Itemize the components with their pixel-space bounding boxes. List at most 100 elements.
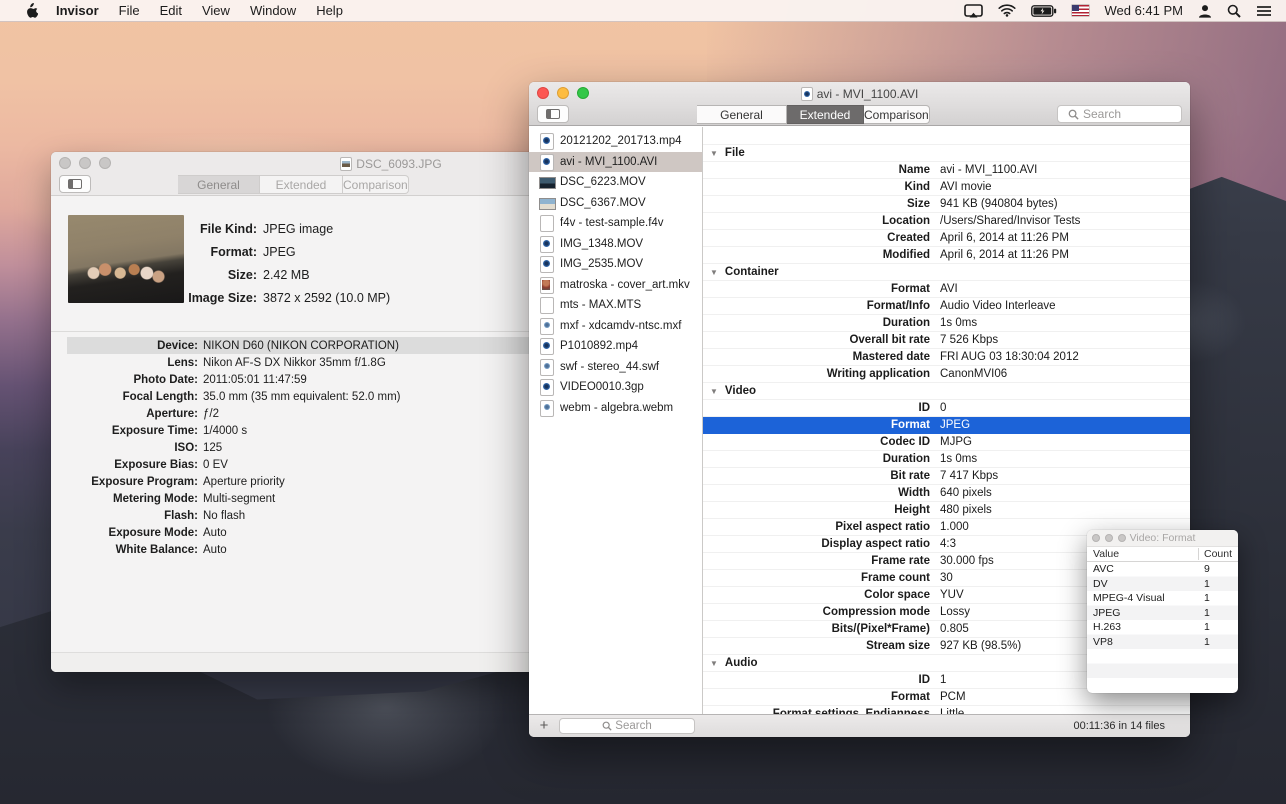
detail-row[interactable]: ▼ Created Created April 6, 2014 at 11:26… — [703, 230, 1190, 247]
menu-item[interactable]: Help — [306, 0, 353, 22]
detail-row[interactable]: ▼ ID ID 0 — [703, 400, 1190, 417]
detail-row[interactable]: ▼ Location Location /Users/Shared/Inviso… — [703, 213, 1190, 230]
section-title: Audio — [724, 657, 758, 669]
detail-row[interactable]: ▼ Kind Kind AVI movie — [703, 179, 1190, 196]
detail-row[interactable]: ▼ Height Height 480 pixels — [703, 502, 1190, 519]
menu-item[interactable]: File — [109, 0, 150, 22]
detail-row[interactable]: ▼ Modified Modified April 6, 2014 at 11:… — [703, 247, 1190, 264]
toolbar-search-field[interactable]: Search — [1057, 105, 1182, 123]
stat-row[interactable]: AVC 9 — [1087, 562, 1238, 577]
menu-clock[interactable]: Wed 6:41 PM — [1104, 3, 1183, 18]
status-summary: 00:11:36 in 14 files — [1073, 720, 1165, 732]
file-list-item[interactable]: DSC_6223.MOV — [529, 172, 702, 193]
detail-value: 7 526 Kbps — [940, 334, 999, 346]
detail-row[interactable]: ▼ Name Name avi - MVI_1100.AVI — [703, 162, 1190, 179]
tab-button[interactable]: Comparison — [864, 105, 930, 124]
count-column-header[interactable]: Count — [1198, 548, 1238, 560]
bg-window-title-text: DSC_6093.JPG — [356, 156, 442, 171]
detail-value: 1s 0ms — [940, 453, 978, 465]
notification-center-icon[interactable] — [1256, 5, 1272, 17]
detail-row[interactable]: ▼ Size Size 941 KB (940804 bytes) — [703, 196, 1190, 213]
exif-label: Exposure Program: — [91, 475, 198, 488]
file-list-item[interactable]: P1010892.mp4 — [529, 336, 702, 357]
menu-item[interactable]: Invisor — [46, 0, 109, 22]
file-list-item[interactable]: VIDEO0010.3gp — [529, 377, 702, 398]
detail-row[interactable]: ▼ Format/Info Format/Info Audio Video In… — [703, 298, 1190, 315]
detail-row[interactable]: ▼ Overall bit rate Overall bit rate 7 52… — [703, 332, 1190, 349]
fg-sidebar-toggle-button[interactable] — [537, 105, 569, 123]
fast-user-switch-icon[interactable] — [1198, 4, 1212, 18]
stat-row[interactable]: VP8 1 — [1087, 635, 1238, 650]
tab-button[interactable]: General — [697, 105, 787, 124]
file-list-item[interactable]: 20121202_201713.mp4 — [529, 131, 702, 152]
menu-item[interactable]: View — [192, 0, 240, 22]
bg-sidebar-toggle-button[interactable] — [59, 175, 91, 193]
detail-row[interactable]: ▼ Video Video — [703, 383, 1190, 400]
file-list-item[interactable]: swf - stereo_44.swf — [529, 357, 702, 378]
detail-row[interactable]: ▼ Duration Duration 1s 0ms — [703, 451, 1190, 468]
spotlight-search-icon[interactable] — [1227, 4, 1241, 18]
exif-value: 125 — [203, 441, 223, 454]
file-list-item[interactable]: DSC_6367.MOV — [529, 193, 702, 214]
info-label: File Kind: — [200, 221, 257, 236]
stat-row[interactable]: MPEG-4 Visual 1 — [1087, 591, 1238, 606]
tab-button[interactable]: Comparison — [343, 175, 409, 194]
exif-label: White Balance: — [115, 543, 198, 556]
display-mirroring-icon[interactable] — [964, 3, 984, 18]
detail-label: Color space — [864, 589, 930, 601]
disclosure-triangle-icon[interactable]: ▼ — [710, 387, 718, 396]
disclosure-triangle-icon[interactable]: ▼ — [710, 149, 718, 158]
detail-row[interactable]: ▼ Container Container — [703, 264, 1190, 281]
file-list-item[interactable]: IMG_1348.MOV — [529, 234, 702, 255]
detail-value: 30 — [940, 572, 953, 584]
file-list-item[interactable]: mxf - xdcamdv-ntsc.mxf — [529, 316, 702, 337]
jpeg-document-icon — [340, 156, 353, 171]
file-name: swf - stereo_44.swf — [560, 360, 660, 373]
add-file-button[interactable]: + — [535, 716, 553, 736]
tab-button[interactable]: Extended — [260, 175, 343, 194]
stat-row[interactable]: H.263 1 — [1087, 620, 1238, 635]
detail-value: 30.000 fps — [940, 555, 994, 567]
file-list-item[interactable]: matroska - cover_art.mkv — [529, 275, 702, 296]
stat-row[interactable]: DV 1 — [1087, 577, 1238, 592]
detail-row[interactable]: ▼ Format Format JPEG — [703, 417, 1190, 434]
disclosure-triangle-icon[interactable]: ▼ — [710, 268, 718, 277]
info-value: 2.42 MB — [263, 267, 310, 282]
file-name: matroska - cover_art.mkv — [560, 278, 690, 291]
file-name: webm - algebra.webm — [560, 401, 674, 414]
detail-row[interactable]: ▼ Format Format AVI — [703, 281, 1190, 298]
tab-button[interactable]: General — [178, 175, 260, 194]
tab-button[interactable]: Extended — [787, 105, 864, 124]
detail-value: MJPG — [940, 436, 972, 448]
file-type-icon — [539, 235, 554, 253]
detail-label: Mastered date — [852, 351, 930, 363]
sidebar-search-field[interactable]: Search — [559, 718, 695, 734]
file-list-item[interactable]: mts - MAX.MTS — [529, 295, 702, 316]
detail-row[interactable]: ▼ Bit rate Bit rate 7 417 Kbps — [703, 468, 1190, 485]
menu-item[interactable]: Edit — [150, 0, 192, 22]
file-name: DSC_6367.MOV — [560, 196, 646, 209]
detail-row[interactable]: ▼ Writing application Writing applicatio… — [703, 366, 1190, 383]
detail-value: 941 KB (940804 bytes) — [940, 198, 1058, 210]
detail-row[interactable]: ▼ File File — [703, 145, 1190, 162]
value-column-header[interactable]: Value — [1087, 548, 1198, 560]
exif-value: No flash — [203, 509, 246, 522]
battery-icon[interactable] — [1031, 4, 1057, 17]
file-list-item[interactable]: f4v - test-sample.f4v — [529, 213, 702, 234]
disclosure-triangle-icon[interactable]: ▼ — [710, 659, 718, 668]
menu-item[interactable]: Window — [240, 0, 306, 22]
file-list-item[interactable]: avi - MVI_1100.AVI — [529, 151, 702, 172]
stat-row[interactable]: JPEG 1 — [1087, 606, 1238, 621]
detail-row[interactable]: ▼ Codec ID Codec ID MJPG — [703, 434, 1190, 451]
detail-row[interactable]: ▼ Width Width 640 pixels — [703, 485, 1190, 502]
apple-menu-icon[interactable] — [16, 3, 46, 18]
file-list-item[interactable]: webm - algebra.webm — [529, 398, 702, 419]
exif-value: Auto — [203, 526, 227, 539]
file-name: IMG_2535.MOV — [560, 258, 644, 271]
detail-row[interactable]: ▼ Format settings, Endianness Format set… — [703, 706, 1190, 714]
wifi-icon[interactable] — [998, 4, 1017, 17]
detail-row[interactable]: ▼ Duration Duration 1s 0ms — [703, 315, 1190, 332]
file-list-item[interactable]: IMG_2535.MOV — [529, 254, 702, 275]
input-source-flag-icon[interactable] — [1072, 5, 1090, 16]
detail-row[interactable]: ▼ Mastered date Mastered date FRI AUG 03… — [703, 349, 1190, 366]
